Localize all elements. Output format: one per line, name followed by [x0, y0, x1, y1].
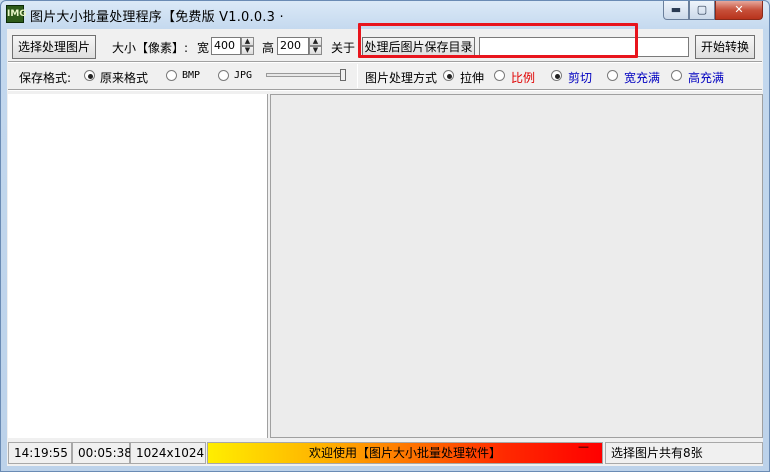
format-original-label: 原来格式 — [100, 71, 149, 85]
status-elapsed: 00:05:38 — [72, 442, 132, 464]
maximize-button[interactable]: ▢ — [689, 1, 715, 20]
quality-slider[interactable] — [266, 69, 348, 81]
mode-fill-height-label: 高充满 — [688, 71, 725, 85]
height-input[interactable]: 200 — [277, 37, 309, 55]
progress-marker: — — [578, 440, 589, 453]
status-image-count: 选择图片共有8张 — [605, 442, 763, 464]
width-spin-up[interactable]: ▲ — [241, 37, 254, 46]
image-list-panel[interactable] — [8, 94, 268, 438]
width-spin-down[interactable]: ▼ — [241, 46, 254, 55]
minimize-button[interactable]: ▬ — [663, 1, 689, 20]
width-label: 宽 — [197, 41, 210, 55]
about-link[interactable]: 关于 — [331, 39, 355, 56]
format-jpg-label: JPG — [234, 70, 253, 81]
height-spin-up[interactable]: ▲ — [309, 37, 322, 46]
app-icon: IMG — [6, 5, 27, 23]
mode-stretch-label: 拉伸 — [460, 71, 485, 85]
status-progress-bar: 欢迎使用【图片大小批量处理软件】 — — [207, 440, 603, 464]
mode-stretch-radio[interactable] — [443, 70, 454, 81]
format-bmp-radio[interactable] — [166, 70, 177, 81]
select-images-button[interactable]: 选择处理图片 — [12, 35, 96, 59]
format-original-radio[interactable] — [84, 70, 95, 81]
toolbar-divider — [8, 61, 762, 63]
start-convert-button[interactable]: 开始转换 — [695, 35, 755, 59]
mode-ratio-label: 比例 — [511, 71, 536, 85]
mode-fill-width-label: 宽充满 — [624, 71, 661, 85]
welcome-text: 欢迎使用【图片大小批量处理软件】 — [308, 446, 501, 460]
format-bmp-label: BMP — [182, 70, 201, 81]
highlight-box — [358, 23, 638, 58]
status-clock: 14:19:55 — [8, 442, 72, 464]
process-mode-label: 图片处理方式 — [365, 71, 438, 85]
status-resolution: 1024x1024 — [130, 442, 206, 464]
image-preview-panel — [270, 94, 763, 438]
mode-fill-height-radio[interactable] — [671, 70, 682, 81]
height-spin-down[interactable]: ▼ — [309, 46, 322, 55]
save-format-label: 保存格式: — [19, 71, 72, 85]
format-jpg-radio[interactable] — [218, 70, 229, 81]
window-title: 图片大小批量处理程序【免费版 V1.0.0.3 · — [30, 10, 284, 25]
close-button[interactable]: ✕ — [715, 1, 763, 20]
mode-ratio-radio[interactable] — [494, 70, 505, 81]
width-input[interactable]: 400 — [211, 37, 241, 55]
height-label: 高 — [262, 41, 275, 55]
options-divider — [357, 64, 358, 88]
quality-slider-thumb[interactable] — [340, 69, 346, 81]
mode-crop-label: 剪切 — [568, 71, 593, 85]
mode-fill-width-radio[interactable] — [607, 70, 618, 81]
options-bottom-divider — [8, 89, 762, 91]
size-label: 大小【像素】: — [112, 41, 189, 55]
mode-crop-radio[interactable] — [551, 70, 562, 81]
quality-slider-track — [266, 73, 346, 77]
